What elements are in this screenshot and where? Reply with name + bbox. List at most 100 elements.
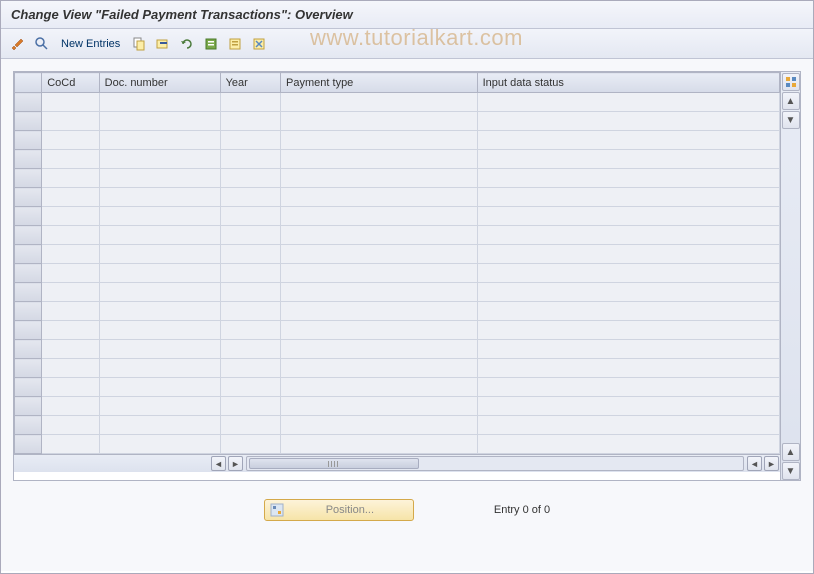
table-cell[interactable] xyxy=(99,93,220,112)
table-row[interactable] xyxy=(15,188,780,207)
table-cell[interactable] xyxy=(42,340,99,359)
table-cell[interactable] xyxy=(281,397,478,416)
table-row[interactable] xyxy=(15,112,780,131)
table-cell[interactable] xyxy=(42,93,99,112)
table-cell[interactable] xyxy=(220,340,280,359)
table-row[interactable] xyxy=(15,131,780,150)
table-cell[interactable] xyxy=(99,112,220,131)
column-header-input-status[interactable]: Input data status xyxy=(477,73,779,93)
table-cell[interactable] xyxy=(281,112,478,131)
table-cell[interactable] xyxy=(477,302,779,321)
table-cell[interactable] xyxy=(281,321,478,340)
table-cell[interactable] xyxy=(99,188,220,207)
table-cell[interactable] xyxy=(477,131,779,150)
table-cell[interactable] xyxy=(477,264,779,283)
row-selector[interactable] xyxy=(15,321,42,340)
table-cell[interactable] xyxy=(477,188,779,207)
table-cell[interactable] xyxy=(99,226,220,245)
table-cell[interactable] xyxy=(477,207,779,226)
table-cell[interactable] xyxy=(42,416,99,435)
table-cell[interactable] xyxy=(281,131,478,150)
table-cell[interactable] xyxy=(99,245,220,264)
column-header-cocd[interactable]: CoCd xyxy=(42,73,99,93)
table-cell[interactable] xyxy=(42,226,99,245)
table-cell[interactable] xyxy=(42,359,99,378)
scroll-left-button[interactable]: ◄ xyxy=(211,456,226,471)
scroll-right-end-button[interactable]: ► xyxy=(764,456,779,471)
table-row[interactable] xyxy=(15,283,780,302)
undo-icon[interactable] xyxy=(178,35,196,53)
table-cell[interactable] xyxy=(477,245,779,264)
table-cell[interactable] xyxy=(477,321,779,340)
table-cell[interactable] xyxy=(220,378,280,397)
table-row[interactable] xyxy=(15,321,780,340)
table-cell[interactable] xyxy=(477,359,779,378)
table-cell[interactable] xyxy=(99,207,220,226)
table-cell[interactable] xyxy=(477,435,779,454)
table-cell[interactable] xyxy=(42,264,99,283)
row-selector[interactable] xyxy=(15,378,42,397)
table-cell[interactable] xyxy=(281,435,478,454)
table-cell[interactable] xyxy=(220,131,280,150)
table-cell[interactable] xyxy=(477,150,779,169)
table-cell[interactable] xyxy=(99,416,220,435)
horizontal-scroll-track[interactable] xyxy=(246,456,744,471)
table-cell[interactable] xyxy=(220,435,280,454)
table-cell[interactable] xyxy=(477,112,779,131)
table-cell[interactable] xyxy=(42,150,99,169)
table-cell[interactable] xyxy=(281,340,478,359)
table-row[interactable] xyxy=(15,302,780,321)
table-row[interactable] xyxy=(15,245,780,264)
column-header-payment-type[interactable]: Payment type xyxy=(281,73,478,93)
row-selector[interactable] xyxy=(15,131,42,150)
table-cell[interactable] xyxy=(281,245,478,264)
table-row[interactable] xyxy=(15,378,780,397)
row-selector[interactable] xyxy=(15,340,42,359)
table-cell[interactable] xyxy=(220,245,280,264)
select-all-icon[interactable] xyxy=(202,35,220,53)
table-row[interactable] xyxy=(15,93,780,112)
table-cell[interactable] xyxy=(477,340,779,359)
delete-icon[interactable] xyxy=(154,35,172,53)
table-cell[interactable] xyxy=(281,416,478,435)
table-cell[interactable] xyxy=(281,378,478,397)
table-cell[interactable] xyxy=(220,188,280,207)
table-cell[interactable] xyxy=(220,302,280,321)
table-cell[interactable] xyxy=(42,169,99,188)
table-cell[interactable] xyxy=(99,378,220,397)
row-selector[interactable] xyxy=(15,397,42,416)
table-cell[interactable] xyxy=(220,150,280,169)
row-selector[interactable] xyxy=(15,359,42,378)
table-row[interactable] xyxy=(15,150,780,169)
table-cell[interactable] xyxy=(220,112,280,131)
table-cell[interactable] xyxy=(99,131,220,150)
table-row[interactable] xyxy=(15,264,780,283)
table-row[interactable] xyxy=(15,359,780,378)
table-cell[interactable] xyxy=(281,207,478,226)
row-selector[interactable] xyxy=(15,169,42,188)
table-cell[interactable] xyxy=(220,207,280,226)
copy-as-icon[interactable] xyxy=(130,35,148,53)
row-selector[interactable] xyxy=(15,112,42,131)
table-cell[interactable] xyxy=(42,245,99,264)
table-cell[interactable] xyxy=(281,188,478,207)
scroll-right-button[interactable]: ► xyxy=(228,456,243,471)
table-cell[interactable] xyxy=(220,359,280,378)
row-selector[interactable] xyxy=(15,416,42,435)
table-cell[interactable] xyxy=(42,188,99,207)
table-cell[interactable] xyxy=(281,226,478,245)
table-cell[interactable] xyxy=(220,397,280,416)
row-selector[interactable] xyxy=(15,226,42,245)
table-cell[interactable] xyxy=(42,397,99,416)
table-cell[interactable] xyxy=(220,169,280,188)
row-selector[interactable] xyxy=(15,283,42,302)
table-row[interactable] xyxy=(15,435,780,454)
table-cell[interactable] xyxy=(281,150,478,169)
scroll-down-end-button[interactable]: ▼ xyxy=(782,462,800,480)
table-cell[interactable] xyxy=(220,283,280,302)
table-cell[interactable] xyxy=(477,226,779,245)
table-cell[interactable] xyxy=(99,169,220,188)
position-button[interactable]: Position... xyxy=(264,499,414,521)
table-cell[interactable] xyxy=(42,131,99,150)
column-header-selector[interactable] xyxy=(15,73,42,93)
